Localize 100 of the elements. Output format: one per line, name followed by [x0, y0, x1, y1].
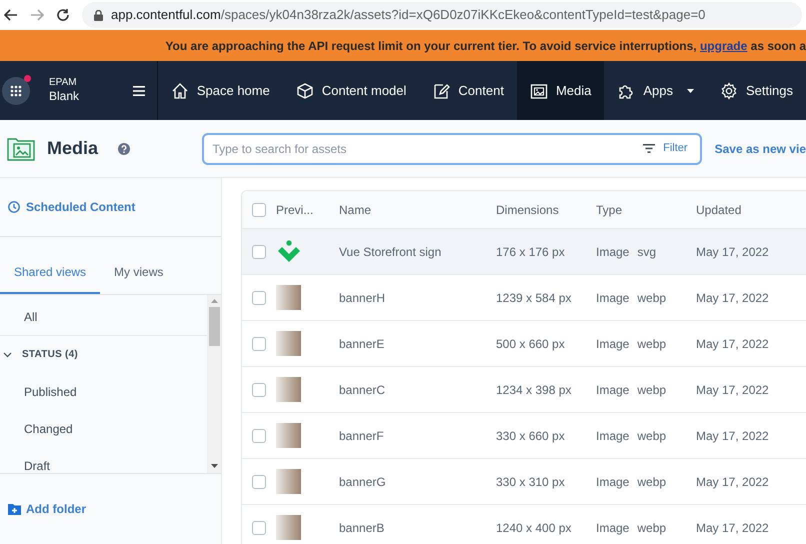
- folder-plus-icon: [8, 504, 21, 514]
- table-row[interactable]: Vue Storefront sign 176 x 176 px Image svg May 17, 2022: [242, 229, 806, 275]
- settings-icon: [720, 82, 738, 100]
- row-checkbox[interactable]: [252, 290, 266, 304]
- format-cell-text: webp: [637, 382, 666, 398]
- view-item[interactable]: Published: [0, 373, 207, 410]
- format-cell-text: webp: [637, 290, 666, 306]
- photo-placeholder: [276, 285, 301, 310]
- asset-name: bannerH: [339, 290, 386, 306]
- view-tab[interactable]: My views: [100, 252, 178, 294]
- url-text: app.contentful.com/spaces/yk04n38rza2k/assets?id=xQ6D0z07iKKcEkeo&contentTypeId=test&page=0: [111, 6, 706, 24]
- menu-icon[interactable]: [132, 86, 145, 96]
- scroll-down-icon[interactable]: [210, 464, 218, 468]
- dimensions-cell-text: 1239 x 584 px: [496, 290, 572, 306]
- format-cell-text: webp: [637, 336, 666, 352]
- clock-icon: [8, 201, 20, 213]
- group-label: STATUS (4): [22, 348, 78, 362]
- row-checkbox[interactable]: [252, 382, 266, 396]
- save-view-link[interactable]: Save as new vie: [714, 140, 806, 158]
- date-cell-text: May 17, 2022: [696, 520, 770, 536]
- reload-icon[interactable]: [56, 8, 70, 22]
- type-cell-text: Image: [596, 428, 630, 444]
- space-name: Blank: [49, 89, 80, 104]
- space-switcher-button[interactable]: [2, 76, 30, 104]
- type-cell-text: Image: [596, 244, 630, 260]
- asset-name: Vue Storefront sign: [339, 244, 442, 260]
- back-icon[interactable]: [4, 8, 18, 22]
- column-header[interactable]: Type: [596, 200, 696, 218]
- upgrade-link[interactable]: upgrade: [700, 38, 748, 52]
- nav-tab[interactable]: Media: [516, 61, 604, 120]
- grid-icon: [10, 84, 22, 96]
- row-checkbox[interactable]: [252, 474, 266, 488]
- help-icon[interactable]: [118, 142, 130, 154]
- page-title: Media: [47, 137, 98, 160]
- photo-placeholder: [276, 331, 301, 356]
- view-tab[interactable]: Shared views: [0, 252, 100, 294]
- asset-name: bannerE: [339, 336, 386, 352]
- row-checkbox[interactable]: [252, 244, 266, 258]
- nav-tab[interactable]: Content model: [282, 61, 420, 120]
- nav-tab[interactable]: Content: [419, 61, 517, 120]
- type-cell-text: Image: [596, 474, 630, 490]
- format-cell-text: webp: [637, 474, 666, 490]
- search-field[interactable]: Type to search for assets Filter: [202, 132, 702, 164]
- column-header[interactable]: Previ...: [276, 200, 339, 218]
- dimensions-cell-text: 176 x 176 px: [496, 244, 566, 260]
- type-cell-text: Image: [596, 290, 630, 306]
- house-icon: [170, 82, 189, 100]
- chevron-icon: [3, 350, 12, 359]
- row-checkbox[interactable]: [252, 520, 266, 534]
- asset-name: bannerC: [339, 382, 386, 398]
- asset-name: bannerF: [339, 428, 385, 444]
- row-checkbox[interactable]: [252, 336, 266, 350]
- type-cell-text: Image: [596, 382, 630, 398]
- address-bar[interactable]: app.contentful.com/spaces/yk04n38rza2k/assets?id=xQ6D0z07iKKcEkeo&contentTypeId=test&page=0: [82, 2, 802, 28]
- scrollbar[interactable]: [207, 295, 221, 473]
- date-cell-text: May 17, 2022: [696, 244, 770, 260]
- photo-placeholder: [276, 515, 301, 540]
- format-cell-text: webp: [637, 520, 666, 536]
- nav-tab[interactable]: Apps: [604, 61, 708, 120]
- type-cell-text: Image: [596, 336, 630, 352]
- filter-icon: [643, 144, 656, 153]
- banner-message: You are approaching the API request limit on your current tier. To avoid service interruptions, upgrade as soon a: [165, 38, 806, 54]
- pencil-page-icon: [432, 82, 450, 100]
- date-cell-text: May 17, 2022: [696, 336, 770, 352]
- select-all-checkbox[interactable]: [252, 202, 266, 216]
- media-folder-icon: [7, 136, 35, 160]
- nav-tab[interactable]: Settings: [707, 61, 806, 120]
- format-cell-text: svg: [637, 244, 656, 260]
- chevron-logo-icon: [276, 240, 302, 264]
- asset-name: bannerG: [339, 474, 387, 490]
- status-group[interactable]: STATUS (4): [0, 336, 207, 373]
- dimensions-cell-text: 1234 x 398 px: [496, 382, 572, 398]
- scrollbar-thumb[interactable]: [208, 307, 220, 346]
- dimensions-cell-text: 330 x 660 px: [496, 428, 566, 444]
- photo-placeholder: [276, 469, 301, 494]
- organization-name: EPAM: [49, 76, 78, 90]
- dimensions-cell-text: 1240 x 400 px: [496, 520, 572, 536]
- dimensions-cell-text: 500 x 660 px: [496, 336, 566, 352]
- cube-icon: [296, 82, 314, 100]
- view-item[interactable]: Changed: [0, 410, 207, 447]
- date-cell-text: May 17, 2022: [696, 382, 770, 398]
- scheduled-content-link[interactable]: Scheduled Content: [8, 198, 136, 216]
- row-checkbox[interactable]: [252, 428, 266, 442]
- view-item[interactable]: Draft: [0, 447, 207, 473]
- forward-icon[interactable]: [30, 8, 44, 22]
- nav-tab[interactable]: Space home: [158, 61, 283, 120]
- column-header[interactable]: Name: [339, 200, 496, 218]
- column-header[interactable]: Dimensions: [496, 200, 596, 218]
- add-folder-link[interactable]: Add folder: [8, 500, 86, 518]
- date-cell-text: May 17, 2022: [696, 428, 770, 444]
- filter-button[interactable]: Filter: [643, 140, 692, 157]
- scroll-up-icon[interactable]: [210, 299, 218, 303]
- date-cell-text: May 17, 2022: [696, 290, 770, 306]
- lock-icon: [94, 10, 103, 20]
- type-cell-text: Image: [596, 520, 630, 536]
- column-header[interactable]: Updated: [696, 200, 806, 218]
- date-cell-text: May 17, 2022: [696, 474, 770, 490]
- dimensions-cell-text: 330 x 310 px: [496, 474, 566, 490]
- photo-placeholder: [276, 377, 301, 402]
- picture-icon: [530, 82, 548, 100]
